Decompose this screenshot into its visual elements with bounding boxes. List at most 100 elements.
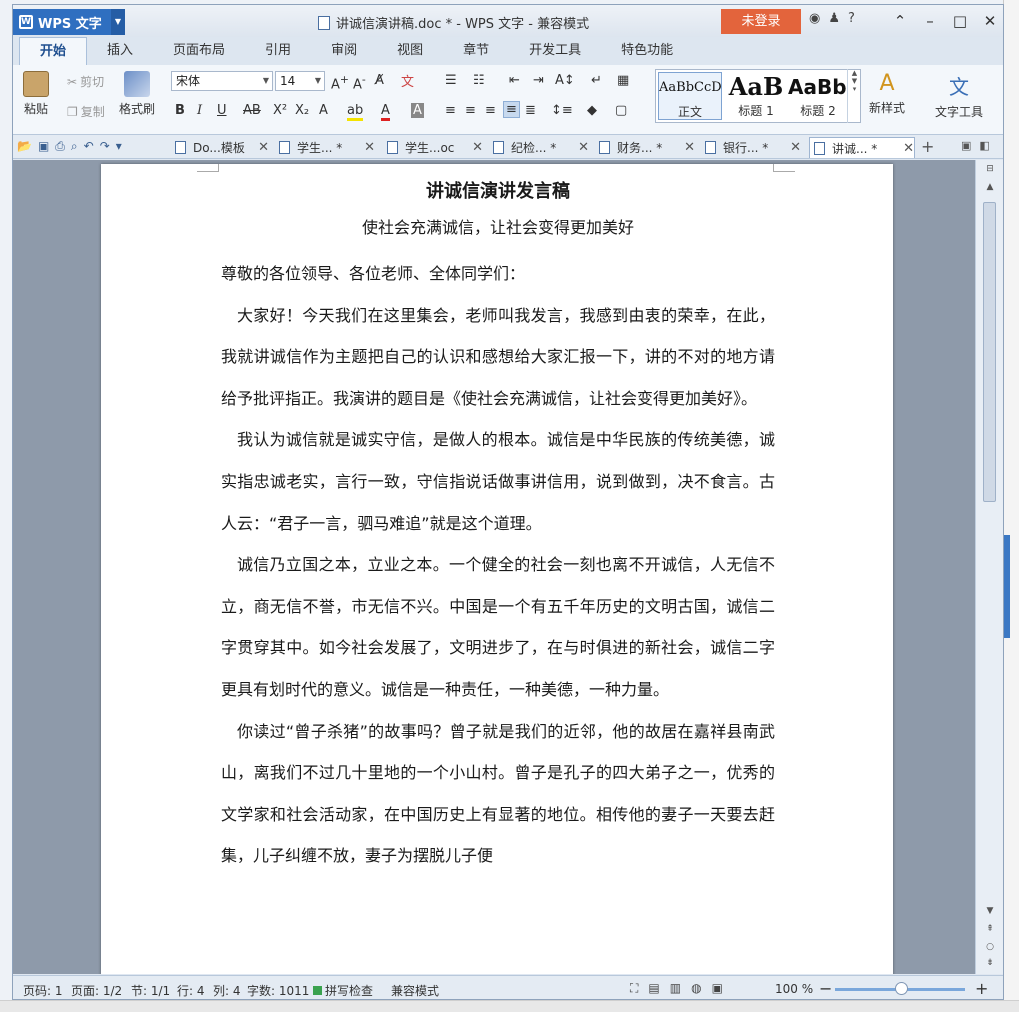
highlight-icon[interactable]: ab [347,103,364,121]
zoom-in-icon[interactable]: + [975,979,988,998]
zoom-slider-handle[interactable] [895,982,908,995]
tab-view[interactable]: 视图 [377,37,443,65]
tab-chapter[interactable]: 章节 [443,37,509,65]
increase-indent-icon[interactable]: ⇥ [533,73,544,88]
close-icon[interactable]: ✕ [975,8,1003,34]
align-center-icon[interactable]: ≡ [465,103,476,118]
print-icon[interactable]: ⎙ [55,139,65,154]
skin-icon[interactable]: ◉ [809,11,820,26]
close-tab-icon[interactable]: ✕ [903,141,914,156]
status-col[interactable]: 列: 4 [213,982,241,999]
strikethrough-icon[interactable]: AB [243,103,261,118]
numbered-list-icon[interactable]: ☷ [473,73,485,88]
zoom-out-icon[interactable]: − [819,979,832,998]
customize-icon[interactable]: ▾ [116,139,122,154]
char-shading-icon[interactable]: A [411,103,424,118]
collapse-ribbon-icon[interactable]: ⌃ [885,8,915,34]
shirt-icon[interactable]: ♟ [828,11,840,26]
doc-tab-active[interactable]: 讲诚... * ✕ [809,137,915,158]
format-painter-button[interactable]: 格式刷 [119,71,155,117]
justify-icon[interactable]: ≡ [503,101,520,118]
minimize-icon[interactable]: – [915,8,945,34]
scroll-down-icon[interactable]: ▼ [982,906,998,920]
style-normal[interactable]: AaBbCcD 正文 [658,72,722,120]
doc-tab[interactable]: 纪检... * ✕ [489,137,589,158]
char-scale-icon[interactable]: A↕ [555,73,575,88]
status-row[interactable]: 行: 4 [177,982,205,999]
shrink-font-icon[interactable]: A- [353,73,366,92]
close-tab-icon[interactable]: ✕ [684,140,695,155]
table-icon[interactable]: ▦ [617,73,629,88]
outline-view-icon[interactable]: ▥ [670,981,681,996]
redo-icon[interactable]: ↷ [100,139,110,154]
align-right-icon[interactable]: ≡ [485,103,496,118]
close-tab-icon[interactable]: ✕ [472,140,483,155]
print-preview-icon[interactable]: ⌕ [71,139,78,154]
close-tab-icon[interactable]: ✕ [364,140,375,155]
doc-tab[interactable]: Do...模板 ✕ [171,137,269,158]
page-view-icon[interactable]: ▤ [648,981,659,996]
next-page-icon[interactable]: ⇟ [982,958,998,972]
app-menu-button[interactable]: W WPS 文字 ▼ [13,9,125,35]
new-style-button[interactable]: A 新样式 [869,71,905,116]
login-button[interactable]: 未登录 [721,9,801,34]
style-heading-1[interactable]: AaB 标题 1 [724,72,788,120]
distribute-icon[interactable]: ≣ [525,103,536,118]
tab-page-layout[interactable]: 页面布局 [153,37,245,65]
tab-home[interactable]: 开始 [19,37,88,65]
scroll-up-icon[interactable]: ▲ [982,182,998,196]
text-effect-icon[interactable]: A [319,103,328,118]
help-icon[interactable]: ? [848,11,855,26]
paste-button[interactable]: 粘贴 [23,71,49,117]
cut-button[interactable]: ✂ 剪切 [67,73,104,90]
style-gallery-scroll[interactable]: ▲ ▼ ▾ [847,69,861,123]
style-heading-2[interactable]: AaBb( 标题 2 [788,72,848,120]
doc-tab[interactable]: 银行... * ✕ [701,137,801,158]
border-icon[interactable]: ▢ [615,103,627,118]
close-tab-icon[interactable]: ✕ [578,140,589,155]
bullet-list-icon[interactable]: ☰ [445,73,457,88]
copy-button[interactable]: ❐ 复制 [67,103,105,120]
font-size-select[interactable]: 14 ▼ [275,71,325,91]
open-icon[interactable]: 📂 [17,139,32,154]
document-page[interactable]: 讲诚信演讲发言稿 使社会充满诚信，让社会变得更加美好 尊敬的各位领导、各位老师、… [101,164,893,974]
previous-page-icon[interactable]: ⇞ [982,924,998,938]
subscript-icon[interactable]: X₂ [295,103,309,118]
tab-references[interactable]: 引用 [245,37,311,65]
font-color-icon[interactable]: A [381,103,390,121]
grow-font-icon[interactable]: A+ [331,73,349,92]
underline-icon[interactable]: U [217,103,227,118]
tab-list-icon[interactable]: ▣ [961,139,971,152]
clear-format-icon[interactable]: A̸ [375,73,384,88]
italic-icon[interactable]: I [197,103,202,118]
fullscreen-icon[interactable]: ⛶ [630,981,638,996]
bold-icon[interactable]: B [175,103,185,118]
new-tab-icon[interactable]: + [921,137,934,156]
show-marks-icon[interactable]: ↵ [591,73,602,88]
tab-features[interactable]: 特色功能 [601,37,693,65]
reading-view-icon[interactable]: ▣ [712,981,723,996]
browse-object-icon[interactable]: ○ [982,942,998,956]
tab-developer[interactable]: 开发工具 [509,37,601,65]
text-tools-button[interactable]: 文 文字工具 [935,71,983,120]
shading-icon[interactable]: ◆ [587,103,597,118]
undo-icon[interactable]: ↶ [84,139,94,154]
font-name-select[interactable]: 宋体 ▼ [171,71,273,91]
doc-tab[interactable]: 财务... * ✕ [595,137,695,158]
tab-options-icon[interactable]: ◧ [979,139,989,152]
tab-insert[interactable]: 插入 [87,37,153,65]
align-left-icon[interactable]: ≡ [445,103,456,118]
close-tab-icon[interactable]: ✕ [790,140,801,155]
zoom-value[interactable]: 100 % [775,982,813,996]
decrease-indent-icon[interactable]: ⇤ [509,73,520,88]
vertical-scrollbar[interactable]: ⊟ ▲ ▼ ⇞ ○ ⇟ [975,160,1003,974]
web-view-icon[interactable]: ◍ [691,981,701,996]
split-view-icon[interactable]: ⊟ [982,164,998,178]
status-word-count[interactable]: 字数: 1011 [247,982,309,999]
doc-tab[interactable]: 学生...oc ✕ [383,137,483,158]
tab-review[interactable]: 审阅 [311,37,377,65]
save-icon[interactable]: ▣ [38,139,49,154]
status-section[interactable]: 节: 1/1 [131,982,170,999]
superscript-icon[interactable]: X² [273,103,287,118]
scrollbar-thumb[interactable] [983,202,996,502]
